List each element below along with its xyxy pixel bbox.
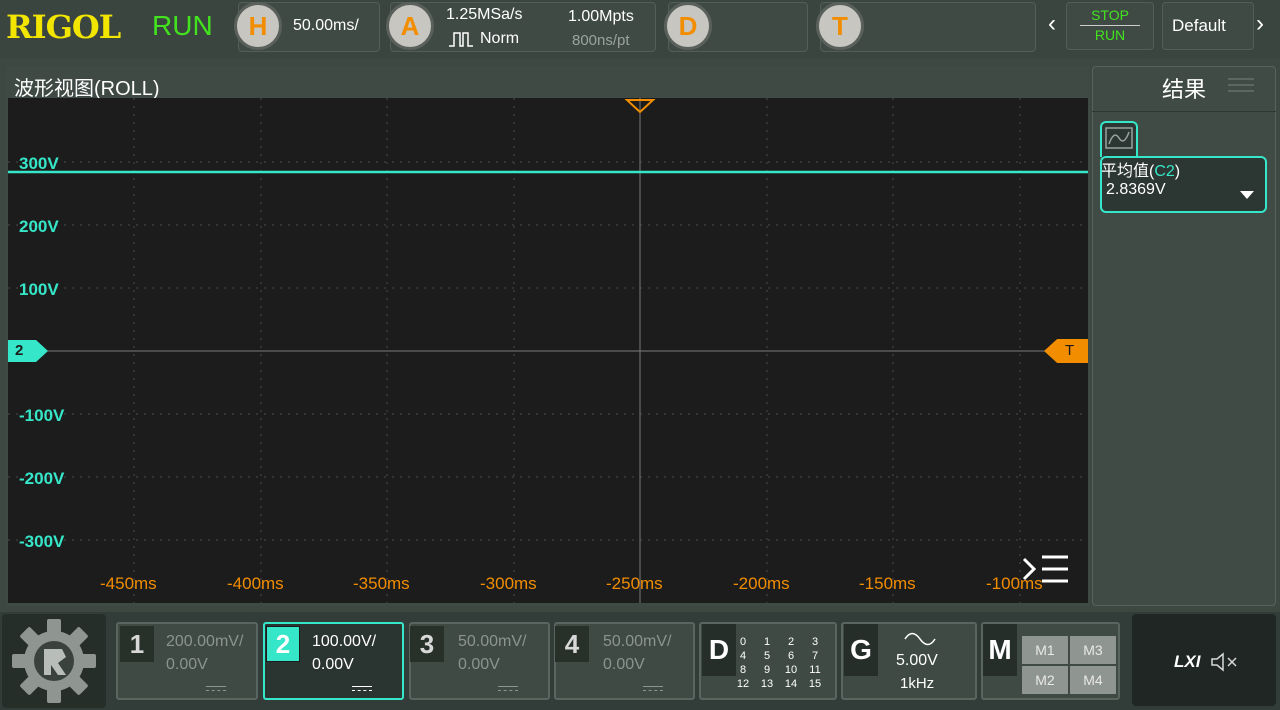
math-m4-button[interactable]: M4 xyxy=(1070,666,1116,694)
sine-wave-icon xyxy=(904,632,936,646)
graticule xyxy=(8,98,1088,603)
coupling-icon xyxy=(352,686,372,691)
measurement-value: 2.8369V xyxy=(1106,181,1166,198)
bit-label: 15 xyxy=(808,678,822,690)
channel-1-scale: 200.00mV/ xyxy=(166,633,244,650)
measurement-name: 平均值( xyxy=(1101,163,1155,180)
acquire-mode: Norm xyxy=(480,30,520,47)
bit-label: 12 xyxy=(736,678,750,690)
bit-label: 8 xyxy=(739,664,747,676)
bit-label: 1 xyxy=(763,636,771,648)
chevron-left-icon[interactable]: ‹ xyxy=(1048,10,1056,38)
channel-4-scale: 50.00mV/ xyxy=(603,633,672,650)
channel-4-offset: 0.00V xyxy=(603,656,645,673)
measurement-source: C2 xyxy=(1154,163,1175,180)
y-tick-neg300: -300V xyxy=(19,532,65,551)
bit-label: 13 xyxy=(760,678,774,690)
y-tick-200: 200V xyxy=(19,217,59,236)
bit-label: 4 xyxy=(739,650,747,662)
channel-4-number: 4 xyxy=(555,626,589,662)
default-label: Default xyxy=(1172,16,1226,35)
coupling-icon xyxy=(643,686,663,691)
expand-menu-icon[interactable] xyxy=(1022,553,1070,587)
math-key: M xyxy=(983,624,1017,676)
bit-label: 7 xyxy=(811,650,819,662)
x-tick-450: -450ms xyxy=(100,574,157,593)
trigger-button[interactable]: T xyxy=(816,2,864,50)
chevron-right-icon[interactable]: › xyxy=(1256,10,1264,38)
generator-frequency: 1kHz xyxy=(900,675,935,692)
measurement-close: ) xyxy=(1174,163,1181,180)
bit-label: 10 xyxy=(784,664,798,676)
coupling-icon xyxy=(498,686,518,691)
bit-label: 3 xyxy=(811,636,819,648)
math-m2-button[interactable]: M2 xyxy=(1022,666,1068,694)
bit-label: 14 xyxy=(784,678,798,690)
channel-3-scale: 50.00mV/ xyxy=(458,633,527,650)
x-tick-300: -300ms xyxy=(480,574,537,593)
x-tick-400: -400ms xyxy=(227,574,284,593)
x-tick-350: -350ms xyxy=(353,574,410,593)
waveform-view-title: 波形视图(ROLL) xyxy=(14,78,160,100)
channel-1-number: 1 xyxy=(120,626,154,662)
x-tick-200: -200ms xyxy=(733,574,790,593)
math-m3-button[interactable]: M3 xyxy=(1070,636,1116,664)
run-state: RUN xyxy=(152,10,213,41)
channel-3-offset: 0.00V xyxy=(458,656,500,673)
waveform-screen[interactable]: 300V 200V 100V -100V -200V -300V -450ms … xyxy=(8,98,1088,603)
acquire-button[interactable]: A xyxy=(386,2,434,50)
measurement-label: 平均值(C2) xyxy=(1101,157,1180,181)
coupling-icon xyxy=(206,686,226,691)
status-area xyxy=(1132,614,1276,706)
memory-depth: 1.00Mpts xyxy=(568,8,634,25)
channel-2-offset: 0.00V xyxy=(312,656,354,673)
y-tick-neg200: -200V xyxy=(19,469,65,488)
x-tick-150: -150ms xyxy=(859,574,916,593)
sample-rate: 1.25MSa/s xyxy=(446,6,523,23)
oscilloscope-app: RIGOL RUN H 50.00ms/ A 1.25MSa/s Norm 1.… xyxy=(0,0,1280,710)
y-tick-100: 100V xyxy=(19,280,59,299)
channel-1-offset: 0.00V xyxy=(166,656,208,673)
bit-label: 5 xyxy=(763,650,771,662)
digital-bits: 0 1 2 3 4 5 6 7 8 9 10 11 12 13 14 15 xyxy=(731,636,827,690)
gear-icon[interactable] xyxy=(10,618,98,704)
digital-button[interactable]: D xyxy=(664,2,712,50)
stop-run-divider xyxy=(1080,25,1140,26)
horizontal-scale: 50.00ms/ xyxy=(293,17,359,34)
channel-3-number: 3 xyxy=(410,626,444,662)
waveform-icon xyxy=(1105,127,1133,149)
acquire-mode-icon xyxy=(449,32,473,47)
time-resolution: 800ns/pt xyxy=(572,32,630,49)
bit-label: 11 xyxy=(809,664,821,676)
x-tick-250: -250ms xyxy=(606,574,663,593)
panel-menu-icon[interactable] xyxy=(1228,78,1254,96)
rigol-logo: RIGOL xyxy=(6,8,121,46)
y-tick-neg100: -100V xyxy=(19,406,65,425)
y-tick-300: 300V xyxy=(19,154,59,173)
generator-amplitude: 5.00V xyxy=(896,652,938,669)
dropdown-arrow-icon[interactable] xyxy=(1240,191,1254,199)
bit-label: 9 xyxy=(763,664,771,676)
channel-2-number: 2 xyxy=(266,626,300,662)
bit-label: 0 xyxy=(739,636,747,648)
speaker-muted-icon[interactable] xyxy=(1210,652,1240,672)
bit-label: 2 xyxy=(787,636,795,648)
stop-label: STOP xyxy=(1091,7,1129,23)
run-label: RUN xyxy=(1094,27,1126,43)
channel-2-scale: 100.00V/ xyxy=(312,633,377,650)
math-m1-button[interactable]: M1 xyxy=(1022,636,1068,664)
lxi-logo: LXI xyxy=(1174,652,1201,671)
horizontal-button[interactable]: H xyxy=(234,2,282,50)
bit-label: 6 xyxy=(787,650,795,662)
generator-key: G xyxy=(844,624,878,676)
